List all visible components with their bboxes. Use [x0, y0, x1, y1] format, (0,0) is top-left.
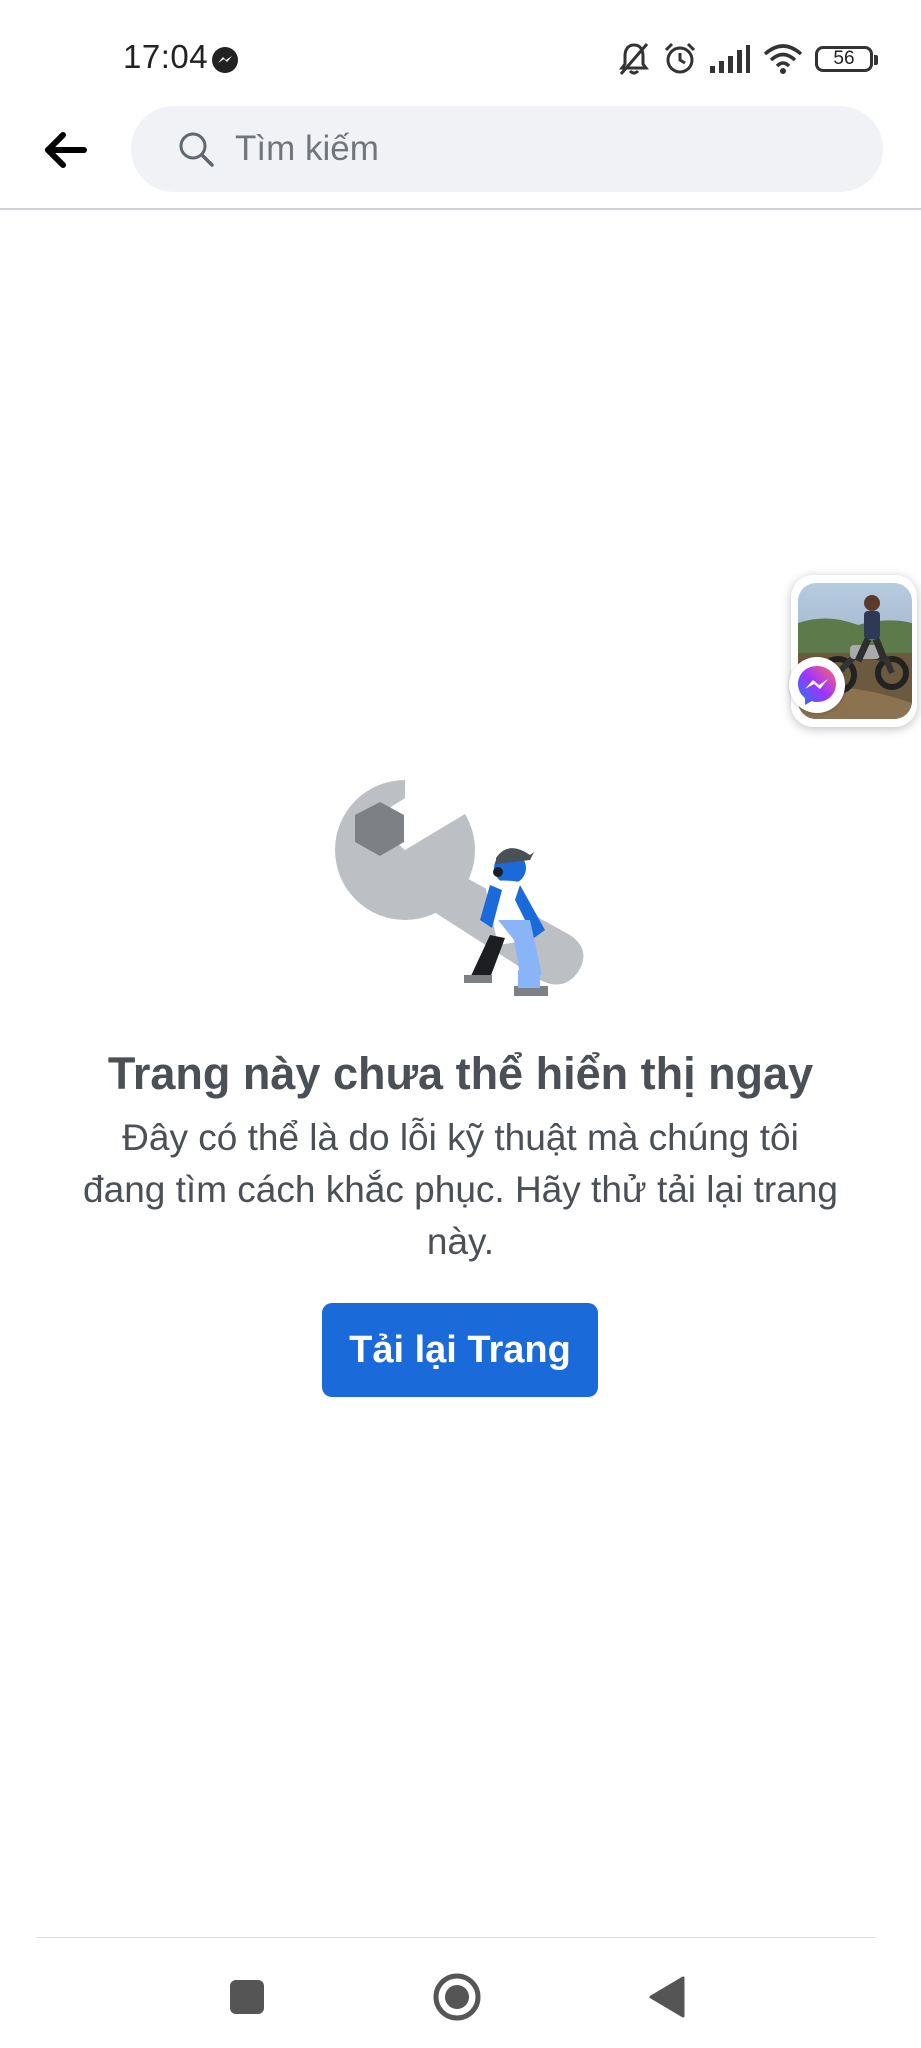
- system-nav-bar: [0, 1940, 921, 2048]
- status-bar: 17:04 56: [0, 0, 921, 110]
- arrow-left-icon: [45, 132, 87, 168]
- back-nav-button[interactable]: [632, 1962, 702, 2032]
- chat-head[interactable]: [789, 575, 917, 727]
- search-icon: [179, 132, 214, 167]
- back-button[interactable]: [36, 120, 96, 180]
- search-bar[interactable]: [131, 106, 883, 192]
- wifi-icon: [763, 44, 803, 74]
- header: [0, 104, 921, 210]
- battery-level: 56: [833, 48, 855, 69]
- messenger-icon: [212, 47, 238, 73]
- wrench-worker-illustration: [335, 770, 584, 996]
- status-icons: 56: [617, 38, 878, 80]
- back-triangle-icon: [649, 1976, 685, 2018]
- mute-bell-icon: [619, 43, 649, 75]
- search-input[interactable]: [233, 128, 837, 170]
- signal-icon: [710, 45, 750, 73]
- home-button[interactable]: [422, 1962, 492, 2032]
- error-title: Trang này chưa thể hiển thị ngay: [107, 1048, 814, 1099]
- battery-icon: 56: [815, 46, 878, 72]
- alarm-icon: [664, 42, 696, 74]
- recents-button[interactable]: [212, 1962, 282, 2032]
- reload-page-button[interactable]: Tải lại Trang: [322, 1303, 598, 1397]
- messenger-badge-icon: [789, 657, 845, 713]
- home-circle-icon: [433, 1973, 481, 2021]
- recents-square-icon: [230, 1980, 264, 2014]
- status-time: 17:04: [123, 38, 209, 75]
- nav-divider: [36, 1937, 877, 1938]
- screen: 17:04 56 Tìm kiếm Trang này chưa thể hiể…: [0, 0, 921, 2048]
- error-description: Đây có thể là do lỗi kỹ thuật mà chúng t…: [83, 1117, 838, 1262]
